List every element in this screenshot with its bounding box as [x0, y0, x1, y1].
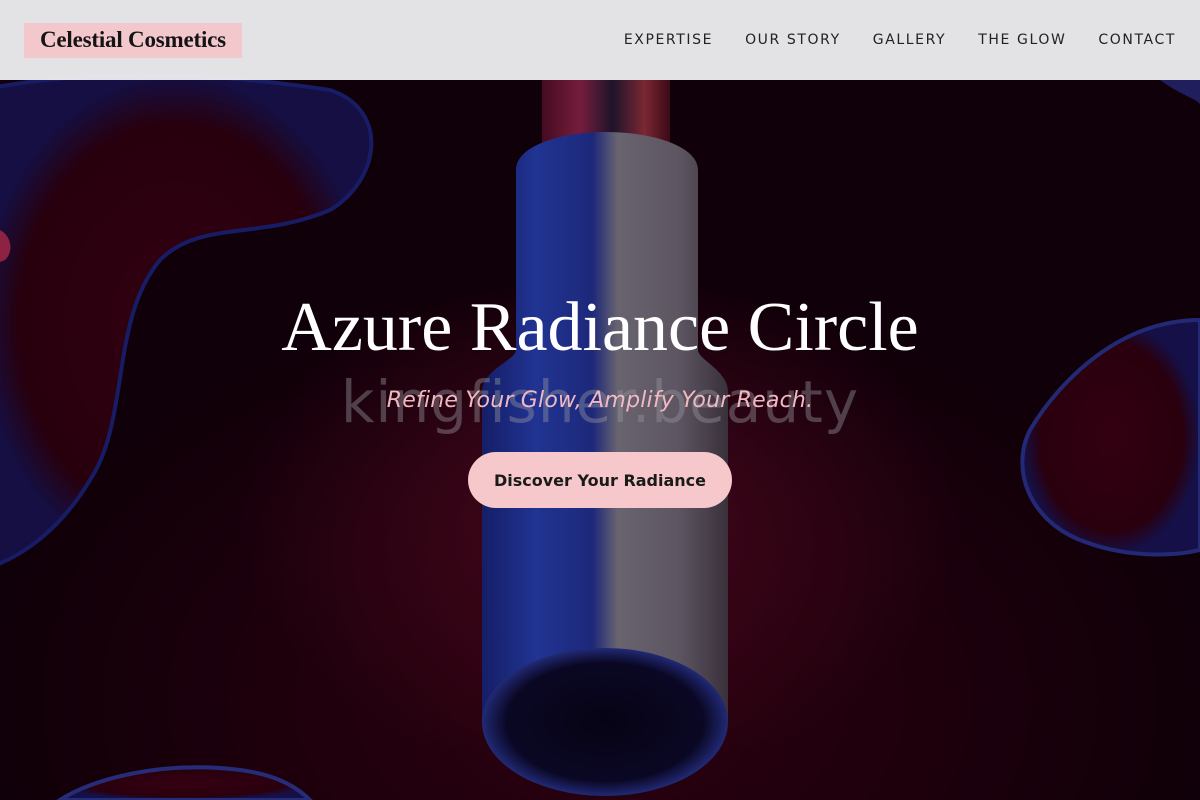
hero-section: kingfisher.beauty Azure Radiance Circle …: [0, 0, 1200, 800]
nav-item-expertise[interactable]: EXPERTISE: [624, 32, 713, 48]
nav-item-gallery[interactable]: GALLERY: [873, 32, 946, 48]
discover-radiance-button[interactable]: Discover Your Radiance: [468, 452, 732, 508]
nav-item-the-glow[interactable]: THE GLOW: [978, 32, 1066, 48]
hero-tagline: Refine Your Glow, Amplify Your Reach.: [386, 388, 814, 413]
main-nav: EXPERTISE OUR STORY GALLERY THE GLOW CON…: [624, 32, 1176, 48]
site-header: Celestial Cosmetics EXPERTISE OUR STORY …: [0, 0, 1200, 80]
brand-logo[interactable]: Celestial Cosmetics: [24, 22, 242, 58]
nav-item-contact[interactable]: CONTACT: [1098, 32, 1176, 48]
nav-item-our-story[interactable]: OUR STORY: [745, 32, 841, 48]
hero-title: Azure Radiance Circle: [281, 289, 919, 366]
page: Celestial Cosmetics EXPERTISE OUR STORY …: [0, 0, 1200, 800]
